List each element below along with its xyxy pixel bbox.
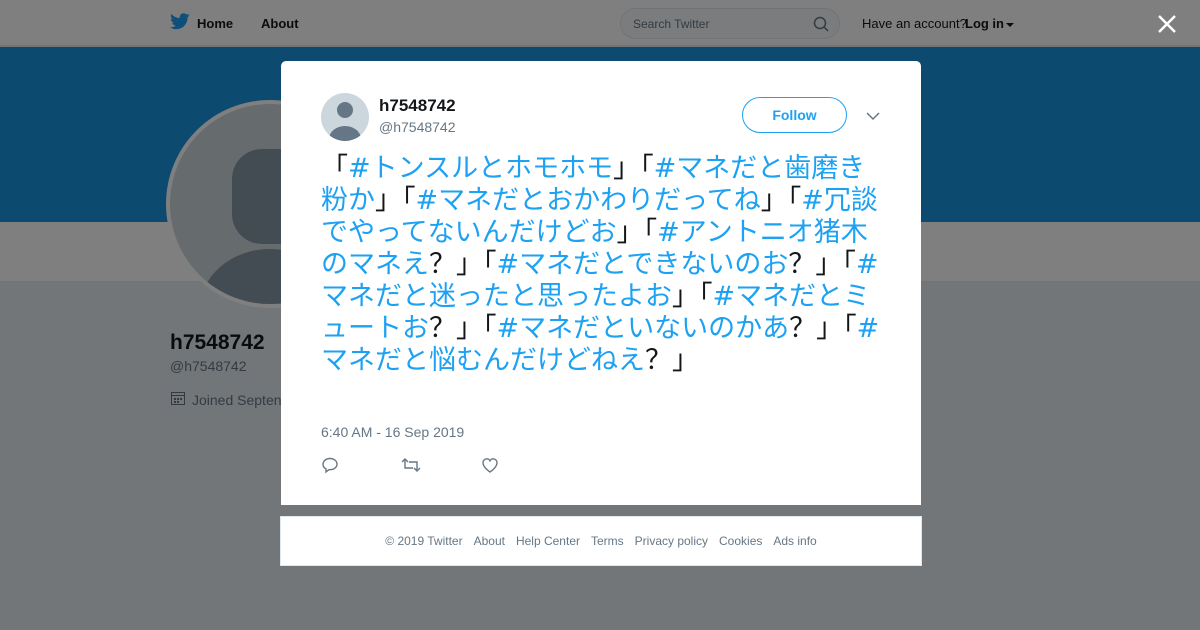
footer-link[interactable]: Terms — [591, 534, 624, 548]
retweet-icon[interactable] — [401, 456, 481, 476]
tweet-text-fragment: 」「 — [613, 153, 654, 184]
tweet-modal: h7548742 @h7548742 Follow 「#トンスルとホモホモ」「#… — [281, 61, 921, 505]
tweet-author-name[interactable]: h7548742 — [379, 96, 456, 116]
copyright-text: © 2019 Twitter — [385, 534, 463, 548]
hashtag-link[interactable]: #トンスルとホモホモ — [348, 153, 613, 184]
footer-link[interactable]: Privacy policy — [635, 534, 708, 548]
tweet-text-fragment: ？」「 — [429, 313, 497, 344]
reply-icon[interactable] — [321, 456, 401, 476]
footer-link[interactable]: Cookies — [719, 534, 762, 548]
footer-link[interactable]: Help Center — [516, 534, 580, 548]
tweet-text-fragment: 「 — [321, 153, 348, 184]
hashtag-link[interactable]: #マネだといないのかあ — [497, 313, 790, 344]
close-icon[interactable] — [1155, 12, 1179, 36]
tweet-text-fragment: ？」「 — [789, 313, 857, 344]
tweet-actions — [321, 456, 561, 476]
tweet-timestamp[interactable]: 6:40 AM - 16 Sep 2019 — [321, 424, 464, 440]
tweet-text-fragment: ？」「 — [788, 249, 856, 280]
tweet-text-fragment: 」「 — [616, 217, 658, 248]
tweet-text-fragment: 」「 — [760, 185, 802, 216]
tweet-text: 「#トンスルとホモホモ」「#マネだと歯磨き粉か」「#マネだとおかわりだってね」「… — [321, 153, 886, 377]
tweet-author-handle[interactable]: @h7548742 — [379, 119, 456, 135]
footer-link[interactable]: Ads info — [773, 534, 816, 548]
follow-button[interactable]: Follow — [742, 97, 847, 133]
default-avatar-icon — [329, 102, 361, 141]
chevron-down-icon[interactable] — [865, 109, 881, 127]
hashtag-link[interactable]: #マネだとおかわりだってね — [416, 185, 761, 216]
heart-icon[interactable] — [481, 456, 561, 476]
tweet-text-fragment: 」「 — [375, 185, 416, 216]
tweet-text-fragment: 」「 — [672, 281, 713, 312]
modal-footer: © 2019 Twitter About Help Center Terms Priva… — [280, 516, 922, 566]
footer-link[interactable]: About — [474, 534, 505, 548]
tweet-text-fragment: ？」 — [645, 345, 699, 376]
tweet-author-avatar[interactable] — [321, 93, 369, 141]
tweet-text-fragment: ？」「 — [429, 249, 497, 280]
hashtag-link[interactable]: #マネだとできないのお — [497, 249, 789, 280]
